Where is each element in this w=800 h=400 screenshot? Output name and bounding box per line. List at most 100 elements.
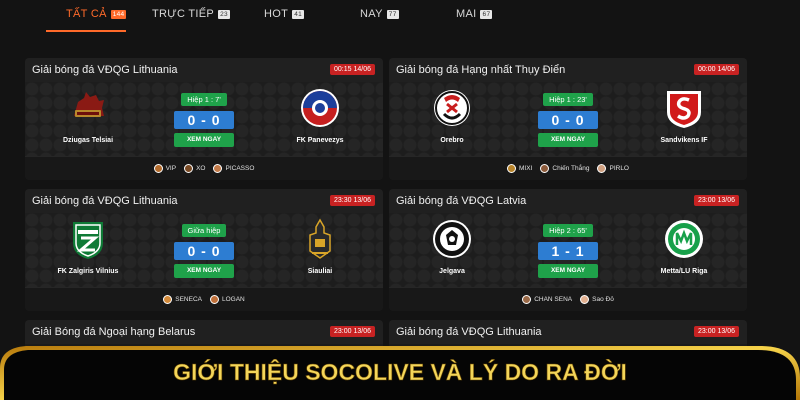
tab-tomorrow-label: MAI — [456, 8, 477, 21]
home-team[interactable]: Orebro — [397, 86, 507, 144]
away-team-name: Sandvikens IF — [660, 137, 708, 144]
tab-today-label: NAY — [360, 8, 383, 21]
caster-avatar — [580, 295, 590, 304]
caster[interactable]: PIRLO — [597, 164, 629, 173]
match-center: Hiệp 2 : 65' 1 - 1 XEM NGAY — [538, 220, 598, 278]
home-team-name: Jelgava — [439, 268, 465, 275]
match-card-header: Giải bóng đá VĐQG Latvia 23:00 13/06 — [389, 189, 747, 213]
sandvikens-logo — [667, 91, 701, 128]
match-time-badge: 23:30 13/06 — [330, 195, 375, 206]
match-score: 1 - 1 — [538, 242, 598, 260]
tab-live-count: 23 — [218, 9, 231, 19]
home-team[interactable]: FK Zalgiris Vilnius — [33, 217, 143, 275]
match-time-badge: 23:00 13/06 — [694, 326, 739, 337]
match-center: Hiệp 1 : 7' 0 - 0 XEM NGAY — [174, 89, 234, 147]
caster[interactable]: XO — [184, 164, 205, 173]
active-tab-indicator — [46, 30, 126, 32]
league-name: Giải Bóng đá Ngoại hạng Belarus — [32, 326, 196, 338]
home-team-name: FK Zalgiris Vilnius — [57, 268, 119, 275]
away-team-name: Siauliai — [307, 268, 333, 275]
caster-name: Chiến Thắng — [552, 165, 590, 172]
caster-avatar — [163, 295, 173, 304]
casters-bar: CHAN SENA Sao Đỏ — [389, 287, 747, 311]
caster-name: VIP — [165, 165, 177, 172]
tab-today[interactable]: NAY 77 — [360, 8, 399, 34]
banner-title: GIỚI THIỆU SOCOLIVE VÀ LÝ DO RA ĐỜI — [173, 358, 627, 385]
tab-live[interactable]: TRỰC TIẾP 23 — [152, 8, 231, 34]
match-card-body: Jelgava Hiệp 2 : 65' 1 - 1 XEM NGAY Mett… — [389, 213, 747, 287]
caster-name: PICASSO — [225, 165, 255, 172]
caster-avatar — [184, 164, 194, 173]
away-team[interactable]: Metta/LU Riga — [629, 217, 739, 275]
caster[interactable]: MIXI — [507, 164, 532, 173]
tab-all-label: TẤT CẢ — [66, 8, 107, 21]
watch-now-button[interactable]: XEM NGAY — [538, 264, 598, 278]
away-team-name: FK Panevezys — [296, 137, 344, 144]
away-team[interactable]: Siauliai — [265, 217, 375, 275]
match-score: 0 - 0 — [174, 242, 234, 260]
tab-live-label: TRỰC TIẾP — [152, 8, 215, 21]
siauliai-logo — [309, 218, 331, 259]
casters-bar: VIP XO PICASSO — [25, 156, 383, 180]
caster-avatar — [597, 164, 607, 173]
caster-name: LOGAN — [221, 296, 245, 303]
tab-hot-label: HOT — [264, 8, 289, 21]
watch-now-button[interactable]: XEM NGAY — [538, 133, 598, 147]
caster[interactable]: Sao Đỏ — [580, 295, 614, 304]
watch-now-button[interactable]: XEM NGAY — [174, 264, 234, 278]
away-team[interactable]: FK Panevezys — [265, 86, 375, 144]
caster-name: XO — [196, 165, 206, 172]
panevezys-logo — [301, 89, 339, 127]
match-score: 0 - 0 — [174, 111, 234, 129]
match-card[interactable]: Giải bóng đá VĐQG Latvia 23:00 13/06 Jel… — [389, 189, 747, 311]
caster-avatar — [213, 164, 223, 173]
metta-logo — [665, 220, 703, 258]
match-card-body: Dziugas Telsiai Hiệp 1 : 7' 0 - 0 XEM NG… — [25, 82, 383, 156]
tab-tomorrow-count: 67 — [480, 9, 493, 19]
away-team-name: Metta/LU Riga — [660, 268, 708, 275]
match-center: Hiệp 1 : 23' 0 - 0 XEM NGAY — [538, 89, 598, 147]
match-status: Hiệp 1 : 7' — [181, 93, 227, 106]
league-name: Giải bóng đá VĐQG Latvia — [396, 195, 527, 207]
home-team-name: Orebro — [440, 137, 464, 144]
match-time-badge: 23:00 13/06 — [694, 195, 739, 206]
caster[interactable]: PICASSO — [213, 164, 254, 173]
match-card-header: Giải bóng đá VĐQG Lithuania 23:30 13/06 — [25, 189, 383, 213]
match-time-badge: 23:00 13/06 — [330, 326, 375, 337]
caster-name: PIRLO — [609, 165, 629, 172]
match-card[interactable]: Giải bóng đá VĐQG Lithuania 00:15 14/06 … — [25, 58, 383, 180]
dziugas-logo — [74, 92, 104, 117]
match-score: 0 - 0 — [538, 111, 598, 129]
league-name: Giải bóng đá VĐQG Lithuania — [396, 326, 542, 338]
tab-all-count: 144 — [110, 9, 127, 19]
match-card-body: Orebro Hiệp 1 : 23' 0 - 0 XEM NGAY Sandv… — [389, 82, 747, 156]
match-center: Giữa hiệp 0 - 0 XEM NGAY — [174, 220, 234, 278]
watch-now-button[interactable]: XEM NGAY — [174, 133, 234, 147]
tab-tomorrow[interactable]: MAI 67 — [456, 8, 493, 34]
caster[interactable]: LOGAN — [209, 295, 245, 304]
tab-hot[interactable]: HOT 41 — [264, 8, 305, 34]
title-banner: GIỚI THIỆU SOCOLIVE VÀ LÝ DO RA ĐỜI — [0, 346, 800, 400]
league-name: Giải bóng đá VĐQG Lithuania — [32, 195, 178, 207]
away-team[interactable]: Sandvikens IF — [629, 86, 739, 144]
match-time-badge: 00:15 14/06 — [330, 64, 375, 75]
match-filter-tabs: TẤT CẢ 144 TRỰC TIẾP 23 HOT 41 NAY 77 MAI 67 — [0, 0, 800, 34]
caster[interactable]: Chiến Thắng — [540, 164, 589, 173]
home-team[interactable]: Dziugas Telsiai — [33, 86, 143, 144]
caster[interactable]: VIP — [153, 164, 177, 173]
match-card[interactable]: Giải bóng đá VĐQG Lithuania 23:30 13/06 … — [25, 189, 383, 311]
match-card-header: Giải bóng đá Hạng nhất Thụy Điển 00:00 1… — [389, 58, 747, 82]
match-time-badge: 00:00 14/06 — [694, 64, 739, 75]
caster[interactable]: SENECA — [163, 295, 202, 304]
casters-bar: MIXI Chiến Thắng PIRLO — [389, 156, 747, 180]
caster[interactable]: CHAN SENA — [522, 295, 572, 304]
caster-avatar — [507, 164, 516, 173]
caster-avatar — [522, 295, 532, 304]
caster-name: SENECA — [175, 296, 202, 303]
caster-name: CHAN SENA — [534, 296, 573, 303]
caster-avatar — [153, 164, 163, 173]
home-team[interactable]: Jelgava — [397, 217, 507, 275]
match-card-body: FK Zalgiris Vilnius Giữa hiệp 0 - 0 XEM … — [25, 213, 383, 287]
caster-name: Sao Đỏ — [592, 296, 614, 303]
match-card[interactable]: Giải bóng đá Hạng nhất Thụy Điển 00:00 1… — [389, 58, 747, 180]
